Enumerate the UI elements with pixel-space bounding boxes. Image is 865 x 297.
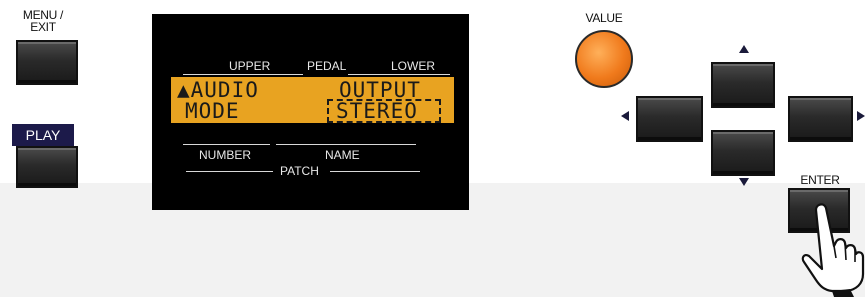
lower-label: LOWER (391, 59, 436, 73)
pointing-hand-icon (801, 203, 865, 297)
display-panel: UPPER PEDAL LOWER ▲AUDIO OUTPUT MODE STE… (152, 14, 469, 210)
left-button[interactable] (636, 96, 703, 142)
number-label: NUMBER (199, 148, 252, 162)
lower-underline (348, 74, 450, 75)
number-overline (183, 144, 270, 145)
upper-label: UPPER (229, 59, 271, 73)
patch-line-left (186, 171, 273, 172)
arrow-up-icon (739, 45, 749, 53)
lcd-line1-right: OUTPUT (339, 78, 421, 102)
lcd-line2-left: MODE (185, 99, 240, 123)
upper-underline (183, 74, 303, 75)
lcd-screen: ▲AUDIO OUTPUT MODE STEREO (171, 77, 454, 123)
patch-label: PATCH (280, 164, 319, 178)
value-knob[interactable] (575, 30, 633, 88)
enter-label: ENTER (800, 173, 840, 187)
pedal-label: PEDAL (307, 59, 347, 73)
right-button[interactable] (788, 96, 853, 142)
menu-exit-button[interactable] (16, 40, 78, 85)
name-overline (276, 144, 416, 145)
play-button[interactable] (16, 146, 78, 188)
arrow-right-icon (857, 111, 865, 121)
up-button[interactable] (711, 62, 775, 108)
value-label: VALUE (585, 11, 623, 25)
patch-line-right (330, 171, 420, 172)
name-label: NAME (325, 148, 360, 162)
arrow-left-icon (621, 111, 629, 121)
lcd-line1-left: ▲AUDIO (177, 78, 259, 102)
lcd-line2-value: STEREO (336, 99, 418, 123)
play-label: PLAY (12, 124, 74, 146)
arrow-down-icon (739, 178, 749, 186)
menu-exit-label: MENU / EXIT (22, 8, 64, 34)
down-button[interactable] (711, 130, 775, 176)
